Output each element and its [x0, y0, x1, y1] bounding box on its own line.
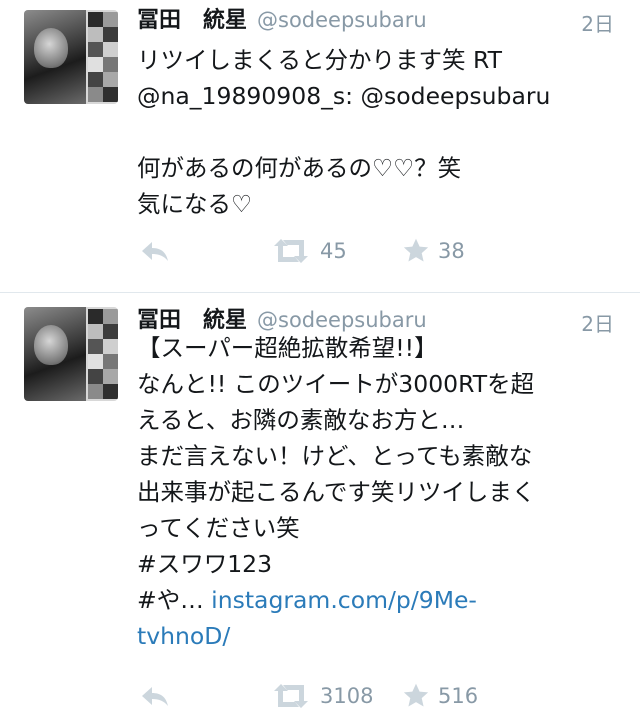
tweet-text-line: まだ言えない！けど、とっても素敵な [137, 442, 533, 470]
tweet-text-line: 出来事が起こるんです笑リツイしまく [137, 478, 536, 506]
favorite-count: 38 [438, 239, 465, 263]
author-name[interactable]: 冨田 統星 [137, 8, 247, 33]
reply-icon [142, 242, 168, 261]
avatar[interactable] [24, 10, 118, 104]
tweet-text: 【スーパー超絶拡散希望!!】 なんと!! このツイートが3000RTを超 えると… [137, 330, 607, 654]
tweet-text-line: 何があるの何があるの♡♡？笑 [137, 154, 462, 182]
tweet-1[interactable]: 冨田 統星 @sodeepsubaru 2日 リツイしまくると分かります笑 RT … [0, 0, 640, 292]
tweet-text-line: ってください笑 [137, 514, 300, 542]
reply-button[interactable] [140, 233, 170, 269]
tweet-text-line: リツイしまくると分かります笑 RT [137, 46, 502, 74]
tweet-header: 冨田 統星 @sodeepsubaru [137, 6, 427, 34]
tweet-text-line: えると、お隣の素敵なお方と… [137, 406, 465, 434]
author-handle[interactable]: @sodeepsubaru [257, 308, 427, 332]
favorite-star-icon [403, 238, 429, 262]
favorite-count: 516 [438, 684, 479, 708]
tweet-text: リツイしまくると分かります笑 RT @na_19890908_s: @sodee… [137, 42, 607, 222]
tweet-text-line: 気になる♡ [137, 190, 253, 218]
retweet-count: 3108 [320, 684, 374, 708]
tweet-text-line: #や… instagram.com/p/9Me- [137, 582, 607, 618]
favorite-star-icon [403, 683, 429, 707]
reply-icon [142, 687, 168, 706]
hashtag[interactable]: #スワワ123 [137, 546, 607, 582]
avatar[interactable] [24, 307, 118, 401]
tweet-text-line: @na_19890908_s: @sodeepsubaru [137, 82, 551, 110]
favorite-button[interactable]: 516 [402, 678, 478, 714]
tweet-2[interactable]: 冨田 統星 @sodeepsubaru 2日 【スーパー超絶拡散希望!!】 なんと… [0, 292, 640, 725]
tweet-text-line: 【スーパー超絶拡散希望!!】 [137, 334, 438, 362]
tweet-text-line: なんと!! このツイートが3000RTを超 [137, 370, 535, 398]
retweet-icon [274, 684, 308, 708]
tweet-timestamp[interactable]: 2日 [581, 8, 614, 37]
retweet-count: 45 [320, 239, 347, 263]
retweet-icon [274, 239, 308, 263]
avatar-photo-main [24, 10, 86, 104]
instagram-link-continued[interactable]: tvhnoD/ [137, 618, 607, 654]
reply-button[interactable] [140, 678, 170, 714]
retweet-button[interactable]: 3108 [270, 678, 373, 714]
favorite-button[interactable]: 38 [402, 233, 465, 269]
author-handle[interactable]: @sodeepsubaru [257, 8, 427, 32]
retweet-button[interactable]: 45 [270, 233, 347, 269]
avatar-photo-main [24, 307, 86, 401]
truncated-hashtag[interactable]: #や… [137, 586, 211, 614]
timeline: 冨田 統星 @sodeepsubaru 2日 リツイしまくると分かります笑 RT … [0, 0, 640, 725]
instagram-link[interactable]: instagram.com/p/9Me- [211, 586, 477, 614]
